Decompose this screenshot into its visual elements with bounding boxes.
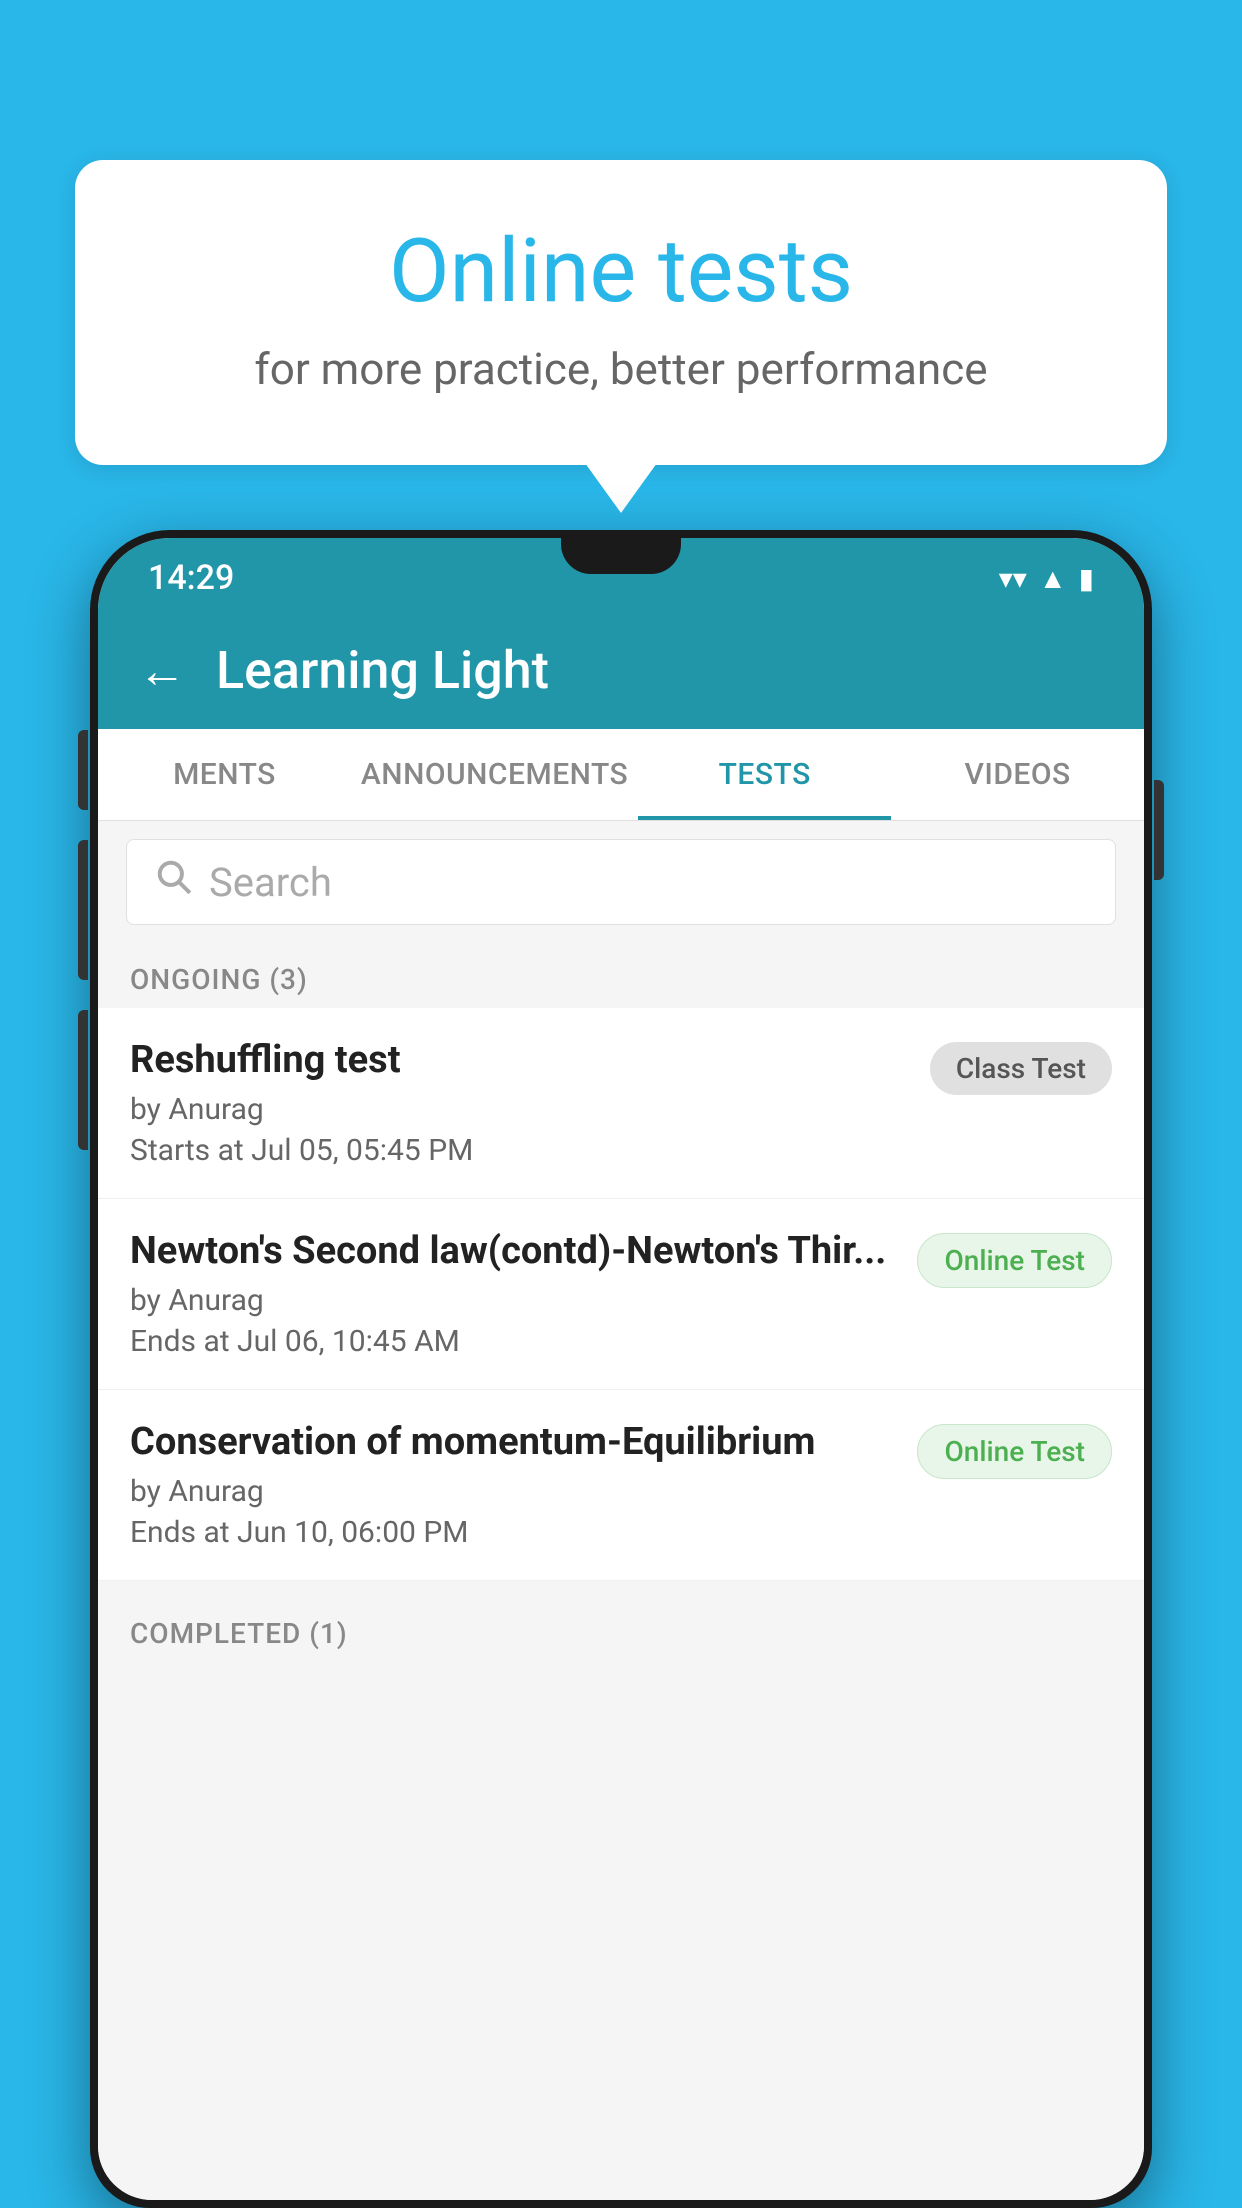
test-badge-online-2: Online Test (917, 1424, 1112, 1479)
wifi-icon: ▾▾ (999, 562, 1027, 595)
test-item-name: Reshuffling test (130, 1038, 910, 1082)
test-item-date: Starts at Jul 05, 05:45 PM (130, 1133, 910, 1168)
test-item-by: by Anurag (130, 1283, 897, 1318)
app-bar-title: Learning Light (216, 640, 549, 701)
volume-down-button (78, 840, 88, 980)
test-item-by: by Anurag (130, 1092, 910, 1127)
test-item-info: Reshuffling test by Anurag Starts at Jul… (130, 1038, 930, 1168)
test-item-name: Newton's Second law(contd)-Newton's Thir… (130, 1229, 897, 1273)
speech-bubble-subtitle: for more practice, better performance (155, 343, 1087, 395)
search-icon (155, 858, 193, 906)
ongoing-section-header: ONGOING (3) (98, 943, 1144, 1008)
tabs-bar: MENTS ANNOUNCEMENTS TESTS VIDEOS (98, 729, 1144, 821)
section-divider (98, 1581, 1144, 1597)
search-input-wrap[interactable]: Search (126, 839, 1116, 925)
test-badge-online: Online Test (917, 1233, 1112, 1288)
status-icons: ▾▾ ▲ ▮ (999, 562, 1094, 595)
test-item[interactable]: Reshuffling test by Anurag Starts at Jul… (98, 1008, 1144, 1199)
test-item-date: Ends at Jul 06, 10:45 AM (130, 1324, 897, 1359)
test-item[interactable]: Conservation of momentum-Equilibrium by … (98, 1390, 1144, 1581)
tab-videos[interactable]: VIDEOS (891, 729, 1144, 820)
search-placeholder: Search (209, 859, 332, 906)
test-item-info: Conservation of momentum-Equilibrium by … (130, 1420, 917, 1550)
test-item-info: Newton's Second law(contd)-Newton's Thir… (130, 1229, 917, 1359)
tab-announcements[interactable]: ANNOUNCEMENTS (351, 729, 638, 820)
speech-bubble: Online tests for more practice, better p… (75, 160, 1167, 465)
silent-button (78, 1010, 88, 1150)
status-bar: 14:29 ▾▾ ▲ ▮ (98, 538, 1144, 612)
status-time: 14:29 (148, 558, 234, 598)
test-item[interactable]: Newton's Second law(contd)-Newton's Thir… (98, 1199, 1144, 1390)
search-bar-container: Search (98, 821, 1144, 943)
volume-up-button (78, 730, 88, 810)
power-button (1154, 780, 1164, 880)
phone-frame: 14:29 ▾▾ ▲ ▮ ← Learning Light MENTS ANNO… (90, 530, 1152, 2208)
test-item-date: Ends at Jun 10, 06:00 PM (130, 1515, 897, 1550)
completed-section-header: COMPLETED (1) (98, 1597, 1144, 1662)
tests-list: ONGOING (3) Reshuffling test by Anurag S… (98, 943, 1144, 2200)
signal-icon: ▲ (1039, 562, 1067, 595)
tab-ments[interactable]: MENTS (98, 729, 351, 820)
speech-bubble-title: Online tests (155, 220, 1087, 323)
tab-tests[interactable]: TESTS (638, 729, 891, 820)
app-bar: ← Learning Light (98, 612, 1144, 729)
test-badge-class: Class Test (930, 1042, 1112, 1095)
back-button[interactable]: ← (138, 642, 186, 699)
phone-screen: 14:29 ▾▾ ▲ ▮ ← Learning Light MENTS ANNO… (98, 538, 1144, 2200)
test-item-name: Conservation of momentum-Equilibrium (130, 1420, 897, 1464)
battery-icon: ▮ (1079, 562, 1094, 595)
test-item-by: by Anurag (130, 1474, 897, 1509)
